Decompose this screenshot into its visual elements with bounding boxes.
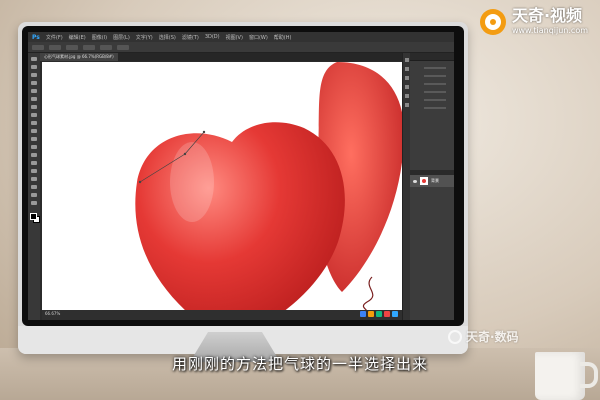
move-tool-icon[interactable] — [32, 44, 44, 50]
properties-panel — [410, 67, 454, 162]
anchor-point — [183, 152, 187, 156]
property-row — [424, 99, 446, 101]
menu-image[interactable]: 图像(I) — [92, 34, 107, 41]
menu-type[interactable]: 文字(Y) — [136, 34, 153, 41]
history-icon[interactable] — [405, 58, 409, 62]
paths-icon[interactable] — [405, 94, 409, 98]
channels-icon[interactable] — [405, 103, 409, 107]
menu-filter[interactable]: 滤镜(T) — [182, 34, 199, 41]
menu-layer[interactable]: 图层(L) — [113, 34, 130, 41]
option-control[interactable] — [66, 44, 78, 50]
brand-name: 天奇·视频 — [511, 6, 583, 25]
layer-thumbnail — [420, 177, 428, 185]
brand-logo-icon — [479, 8, 506, 35]
secondary-watermark: 天奇·数码 — [448, 328, 519, 345]
coffee-mug — [535, 352, 585, 400]
app-logo: Ps — [32, 33, 40, 41]
tools-panel — [28, 53, 40, 320]
photoshop-window: Ps 文件(F) 编辑(E) 图像(I) 图层(L) 文字(Y) 选择(S) 滤… — [28, 32, 454, 320]
document-tab-bar: 心形气球素材.jpg @ 66.7%(RGB/8#) — [40, 53, 402, 61]
string — [362, 276, 374, 310]
tool-brush[interactable] — [31, 113, 37, 117]
tool-history-brush[interactable] — [31, 129, 37, 133]
taskbar-app-icon[interactable] — [360, 311, 366, 317]
option-control[interactable] — [117, 44, 129, 50]
tool-eraser[interactable] — [31, 137, 37, 141]
tool-healing[interactable] — [31, 105, 37, 109]
menu-file[interactable]: 文件(F) — [46, 34, 63, 41]
anchor-point — [138, 180, 142, 184]
canvas[interactable] — [42, 62, 402, 310]
layer-row[interactable]: 背景 — [410, 175, 454, 187]
menu-3d[interactable]: 3D(D) — [205, 34, 220, 40]
menu-select[interactable]: 选择(S) — [159, 34, 176, 41]
zoom-level[interactable]: 66.67% — [45, 311, 60, 316]
tool-crop[interactable] — [31, 89, 37, 93]
right-panels: 背景 — [410, 53, 454, 320]
properties-icon[interactable] — [405, 67, 409, 71]
option-control[interactable] — [83, 44, 95, 50]
status-bar: 66.67% — [42, 310, 402, 320]
menu-bar: Ps 文件(F) 编辑(E) 图像(I) 图层(L) 文字(Y) 选择(S) 滤… — [28, 32, 454, 42]
tool-path-select[interactable] — [31, 185, 37, 189]
tool-move[interactable] — [31, 57, 37, 61]
brand-watermark: 天奇·视频 www.tianqijun.com — [479, 6, 588, 35]
monitor-bezel: Ps 文件(F) 编辑(E) 图像(I) 图层(L) 文字(Y) 选择(S) 滤… — [22, 26, 464, 326]
swatches-icon[interactable] — [405, 85, 409, 89]
tool-lasso[interactable] — [31, 73, 37, 77]
monitor: Ps 文件(F) 编辑(E) 图像(I) 图层(L) 文字(Y) 选择(S) 滤… — [18, 22, 468, 354]
taskbar-app-icon[interactable] — [376, 311, 382, 317]
tool-hand[interactable] — [31, 201, 37, 205]
menu-help[interactable]: 帮助(H) — [274, 34, 292, 41]
foreground-color-icon[interactable] — [30, 213, 37, 220]
taskbar-app-icon[interactable] — [368, 311, 374, 317]
option-control[interactable] — [49, 44, 61, 50]
balloon-highlight — [170, 142, 214, 222]
tool-eyedropper[interactable] — [31, 97, 37, 101]
options-bar — [28, 42, 454, 53]
option-control[interactable] — [100, 44, 112, 50]
tool-dodge[interactable] — [31, 161, 37, 165]
secondary-brand-name: 天奇·数码 — [466, 330, 519, 344]
tool-quick-select[interactable] — [31, 81, 37, 85]
video-subtitle: 用刚刚的方法把气球的一半选择出来 — [171, 355, 428, 373]
menu-view[interactable]: 视图(V) — [226, 34, 243, 41]
menu-window[interactable]: 窗口(W) — [249, 34, 268, 41]
heart-balloon — [135, 122, 345, 310]
document-tab[interactable]: 心形气球素材.jpg @ 66.7%(RGB/8#) — [40, 53, 118, 61]
tool-stamp[interactable] — [31, 121, 37, 125]
coffee-mug-handle — [580, 362, 598, 388]
taskbar-app-icon[interactable] — [384, 311, 390, 317]
adjustments-icon[interactable] — [405, 76, 409, 80]
property-row — [424, 107, 446, 109]
tool-marquee[interactable] — [31, 65, 37, 69]
menu-edit[interactable]: 编辑(E) — [69, 34, 86, 41]
tool-type[interactable] — [31, 177, 37, 181]
tool-gradient[interactable] — [31, 145, 37, 149]
properties-panel-header[interactable] — [410, 53, 454, 61]
taskbar-app-icon[interactable] — [392, 311, 398, 317]
property-row — [424, 67, 446, 69]
brand-url: www.tianqijun.com — [511, 26, 588, 35]
property-row — [424, 91, 446, 93]
property-row — [424, 83, 446, 85]
anchor-point — [202, 130, 206, 134]
eye-icon[interactable] — [413, 179, 417, 183]
tool-blur[interactable] — [31, 153, 37, 157]
tool-shape[interactable] — [31, 193, 37, 197]
layer-name: 背景 — [431, 178, 439, 183]
brand-logo-icon — [448, 329, 462, 344]
canvas-image — [135, 62, 402, 310]
tool-pen[interactable] — [31, 169, 37, 173]
property-row — [424, 75, 446, 77]
